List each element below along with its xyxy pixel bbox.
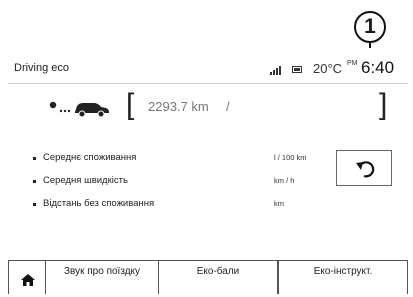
callout-number-1: 1 [354, 11, 386, 43]
row-label: Середня швидкість [43, 175, 128, 186]
temperature: 20°C [313, 61, 343, 76]
bullet [33, 203, 36, 206]
row-unit: km [274, 199, 284, 208]
list-item-average-speed: Середня швидкість km / h [8, 174, 338, 192]
row-label: Середнє споживання [43, 152, 137, 163]
row-unit: l / 100 km [274, 153, 307, 162]
tab-home[interactable] [8, 260, 46, 294]
trip-distance: 2293.7 km [148, 99, 209, 114]
trip-car-icon [49, 101, 109, 118]
home-icon [21, 274, 35, 286]
list-item-average-consumption: Середнє споживання l / 100 km [8, 151, 338, 169]
clock: 6:40 [361, 58, 395, 77]
bullet [33, 180, 36, 183]
bracket-right: ] [379, 88, 388, 121]
tab-eco-scoring[interactable]: Еко-бали [158, 260, 278, 294]
tab-trip-report[interactable]: Звук про поїздку [46, 260, 158, 294]
tab-eco-coaching[interactable]: Еко-інструкт. [278, 260, 408, 294]
bullet [33, 157, 36, 160]
row-unit: km / h [274, 176, 295, 185]
battery-icon [292, 66, 302, 73]
bracket-left: [ [126, 88, 135, 121]
tab-bar: Звук про поїздку Еко-бали Еко-інструкт. [8, 256, 408, 294]
distance-separator: / [226, 99, 230, 114]
reset-button[interactable] [336, 150, 392, 186]
reset-arrow-icon [356, 161, 375, 178]
status-bar: Driving eco 20°C PM 6:40 [8, 48, 408, 84]
eco-driving-screen: Driving eco 20°C PM 6:40 [ 2293.7 km / ]… [8, 48, 408, 294]
ampm-indicator: PM [347, 60, 358, 67]
signal-strength-icon [270, 64, 282, 75]
screen-title: Driving eco [14, 62, 70, 74]
list-item-zero-consumption-distance: Відстань без споживання km [8, 197, 338, 215]
row-label: Відстань без споживання [43, 198, 155, 209]
